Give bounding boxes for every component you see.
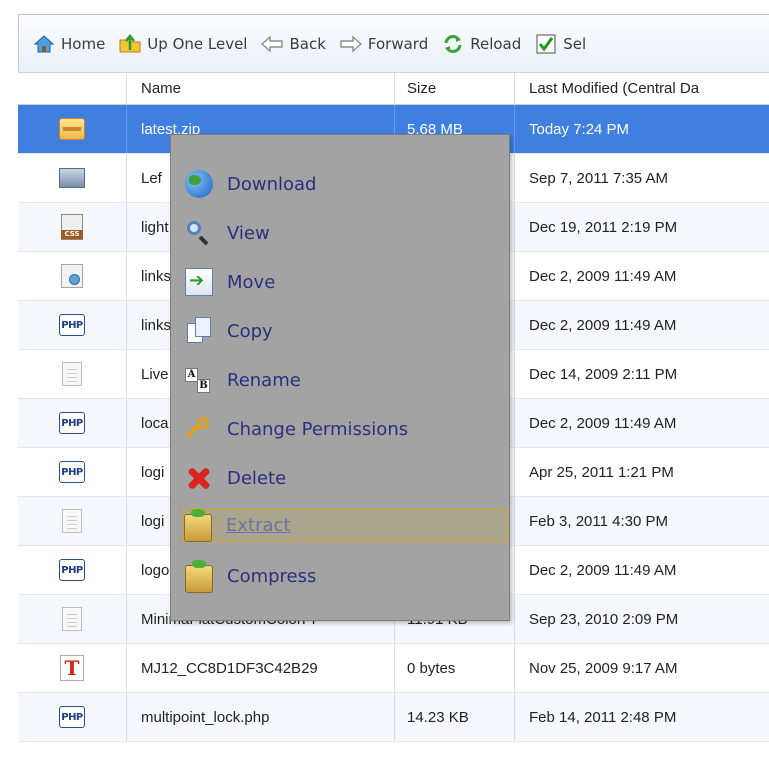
file-modified: Sep 23, 2010 2:09 PM (529, 610, 679, 628)
compress-box-icon (185, 560, 213, 593)
text-file-icon (62, 607, 82, 631)
file-icon-cell (18, 497, 127, 545)
delete-x-icon (185, 464, 213, 492)
font-file-icon: T (60, 655, 84, 681)
table-row[interactable]: PHP multipoint_lock.php 14.23 KB Feb 14, 20… (18, 693, 769, 742)
column-header-size[interactable]: Size (395, 73, 515, 104)
menu-item-label: Copy (227, 320, 273, 342)
menu-item-move[interactable]: Move (185, 265, 507, 299)
context-menu: Download View Move Copy Rename Change Pe… (170, 134, 510, 621)
home-button[interactable]: Home (33, 33, 105, 55)
menu-item-label: View (227, 222, 270, 244)
image-file-icon (59, 168, 85, 188)
reload-label: Reload (470, 34, 522, 53)
move-icon (185, 268, 213, 296)
select-all-button[interactable]: Sel (535, 33, 586, 55)
file-modified: Apr 25, 2011 1:21 PM (529, 463, 674, 481)
file-modified: Sep 7, 2011 7:35 AM (529, 169, 668, 187)
file-modified: Dec 19, 2011 2:19 PM (529, 218, 678, 236)
file-icon-cell: T (18, 644, 127, 692)
menu-item-compress[interactable]: Compress (185, 559, 507, 593)
file-modified: Dec 2, 2009 11:49 AM (529, 267, 677, 285)
menu-item-label: Compress (227, 565, 317, 587)
php-file-icon: PHP (59, 706, 85, 728)
menu-item-change-permissions[interactable]: Change Permissions (185, 412, 507, 446)
file-modified: Feb 14, 2011 2:48 PM (529, 708, 677, 726)
zip-file-icon (59, 118, 85, 140)
copy-icon (185, 317, 213, 345)
php-file-icon: PHP (59, 314, 85, 336)
reload-button[interactable]: Reload (442, 33, 521, 55)
table-row[interactable]: T MJ12_CC8D1DF3C42B29 0 bytes Nov 25, 2009 … (18, 644, 769, 693)
file-modified: Nov 25, 2009 9:17 AM (529, 659, 678, 677)
back-arrow-icon (261, 33, 284, 55)
file-icon-cell: PHP (18, 546, 127, 594)
file-icon-cell (18, 203, 127, 251)
column-header-modified[interactable]: Last Modified (Central Da (515, 73, 769, 104)
file-size: 14.23 KB (395, 693, 515, 741)
file-icon-cell: PHP (18, 301, 127, 349)
menu-item-copy[interactable]: Copy (185, 314, 507, 348)
menu-item-delete[interactable]: Delete (185, 461, 507, 495)
file-modified: Feb 3, 2011 4:30 PM (529, 512, 668, 530)
css-file-icon (61, 214, 83, 240)
menu-item-label: Download (227, 173, 317, 195)
file-icon-cell (18, 105, 127, 153)
column-header-icon[interactable] (18, 73, 127, 104)
reload-icon (442, 33, 464, 55)
up-one-level-label: Up One Level (147, 34, 248, 53)
forward-arrow-icon (340, 33, 362, 55)
forward-button[interactable]: Forward (340, 33, 428, 55)
download-globe-icon (185, 170, 213, 198)
rename-icon (185, 366, 213, 394)
file-icon-cell (18, 350, 127, 398)
magnifier-icon (185, 219, 213, 247)
menu-item-label: Delete (227, 467, 287, 489)
file-name[interactable]: MJ12_CC8D1DF3C42B29 (127, 644, 395, 692)
menu-item-label: Change Permissions (227, 418, 409, 440)
back-button[interactable]: Back (261, 33, 326, 55)
up-one-level-button[interactable]: Up One Level (119, 33, 247, 55)
text-file-icon (62, 362, 82, 386)
menu-item-rename[interactable]: Rename (185, 363, 507, 397)
file-modified: Dec 14, 2009 2:11 PM (529, 365, 678, 383)
file-icon-cell: PHP (18, 399, 127, 447)
file-modified: Dec 2, 2009 11:49 AM (529, 414, 677, 432)
php-file-icon: PHP (59, 412, 85, 434)
table-header: Name Size Last Modified (Central Da (18, 72, 769, 105)
menu-item-label: Rename (227, 369, 301, 391)
back-label: Back (289, 34, 326, 53)
menu-item-download[interactable]: Download (185, 167, 507, 201)
file-icon-cell (18, 154, 127, 202)
php-file-icon: PHP (59, 559, 85, 581)
toolbar: Home Up One Level Back Forward Reload Se… (18, 14, 769, 72)
file-icon-cell (18, 595, 127, 643)
file-modified: Dec 2, 2009 11:49 AM (529, 561, 677, 579)
forward-label: Forward (367, 34, 429, 53)
file-icon-cell (18, 252, 127, 300)
key-icon (185, 415, 213, 443)
menu-item-label: Extract (226, 514, 291, 536)
file-icon-cell: PHP (18, 448, 127, 496)
file-size: 0 bytes (395, 644, 515, 692)
php-file-icon: PHP (59, 461, 85, 483)
up-level-icon (119, 33, 141, 55)
column-header-name[interactable]: Name (127, 73, 395, 104)
file-icon-cell: PHP (18, 693, 127, 741)
text-file-icon (62, 509, 82, 533)
file-modified: Today 7:24 PM (529, 120, 630, 138)
link-file-icon (61, 264, 83, 288)
menu-item-label: Move (227, 271, 276, 293)
home-label: Home (61, 34, 106, 53)
home-icon (33, 33, 55, 55)
file-name[interactable]: multipoint_lock.php (127, 693, 395, 741)
extract-box-icon (184, 509, 212, 542)
checkbox-icon (535, 33, 557, 55)
menu-item-extract[interactable]: Extract (183, 508, 507, 542)
file-modified: Dec 2, 2009 11:49 AM (529, 316, 677, 334)
menu-item-view[interactable]: View (185, 216, 507, 250)
select-all-label: Sel (563, 34, 587, 53)
